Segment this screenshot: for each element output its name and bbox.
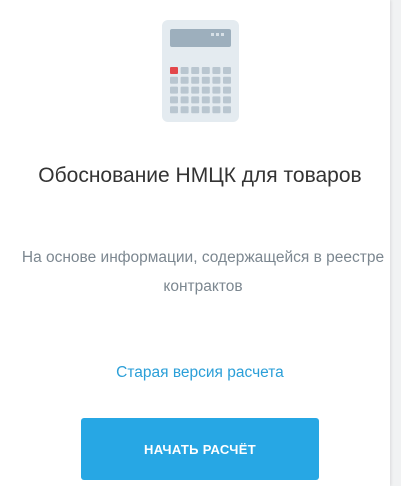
calculator-key <box>191 67 200 74</box>
calculator-key <box>201 86 210 94</box>
old-version-link[interactable]: Старая версия расчета <box>40 364 360 382</box>
nmck-goods-card: Обоснование НМЦК для товаров На основе и… <box>0 0 390 486</box>
calculator-key <box>180 96 189 104</box>
calculator-key <box>180 106 189 114</box>
calculator-key <box>170 106 178 114</box>
calculator-key <box>170 76 178 84</box>
calculator-key <box>170 86 178 94</box>
calculator-key <box>223 76 231 84</box>
calculator-key <box>180 67 189 74</box>
calculator-key <box>212 76 221 84</box>
card-title: Обоснование НМЦК для товаров <box>38 164 362 187</box>
calculator-key <box>180 76 189 84</box>
calculator-key <box>180 86 189 94</box>
calculator-key <box>223 106 231 114</box>
calculator-key <box>212 96 221 104</box>
calculator-key <box>212 86 221 94</box>
calculator-key <box>212 106 221 114</box>
calculator-key <box>201 76 210 84</box>
start-calculation-button[interactable]: НАЧАТЬ РАСЧЁТ <box>81 418 319 480</box>
calculator-key <box>201 67 210 74</box>
calculator-key <box>191 86 200 94</box>
calculator-key <box>191 76 200 84</box>
calculator-key <box>223 67 231 74</box>
calculator-key <box>201 96 210 104</box>
calculator-key <box>201 106 210 114</box>
calculator-key <box>223 96 231 104</box>
calculator-key <box>191 96 200 104</box>
calculator-key <box>170 67 178 74</box>
calculator-key <box>191 106 200 114</box>
card-description: На основе информации, содержащейся в рее… <box>21 249 385 295</box>
calculator-key <box>223 86 231 94</box>
calculator-icon <box>162 20 239 122</box>
calculator-key <box>212 67 221 74</box>
calculator-key <box>170 96 178 104</box>
